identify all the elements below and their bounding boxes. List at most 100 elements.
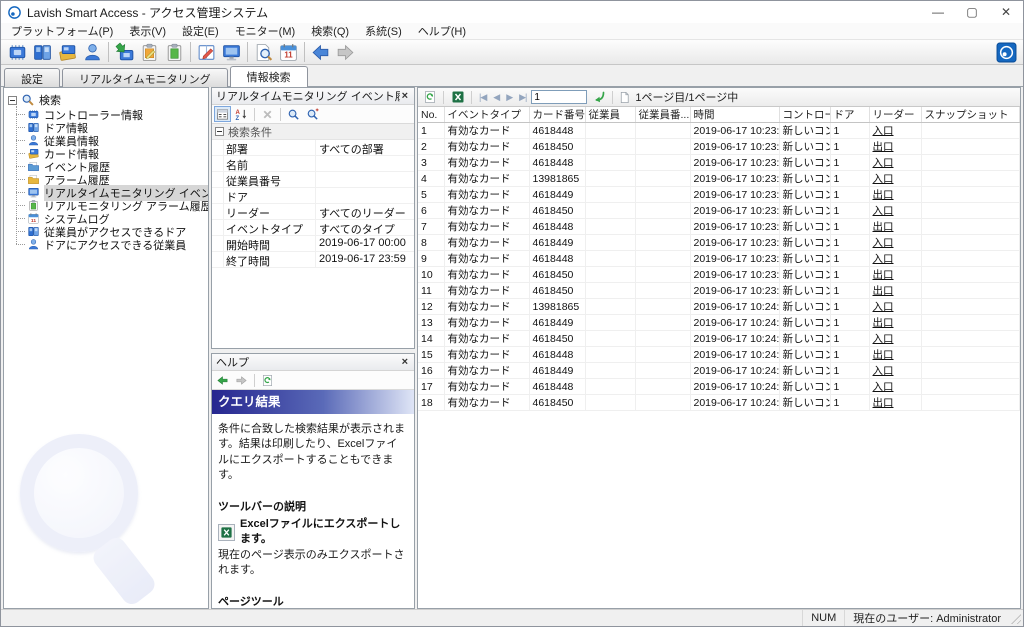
help-back-button[interactable]: [214, 372, 231, 388]
property-category[interactable]: 検索条件: [212, 124, 414, 140]
download-data-button[interactable]: [112, 40, 137, 64]
close-icon[interactable]: ×: [400, 90, 410, 102]
table-row[interactable]: 17有効なカード46184482019-06-17 10:24:10新しいコン.…: [418, 379, 1020, 395]
app-logo-button[interactable]: [994, 40, 1019, 64]
tree-item[interactable]: 従業員情報: [8, 134, 206, 147]
help-forward-button[interactable]: [233, 372, 250, 388]
help-refresh-button[interactable]: [259, 372, 276, 388]
table-cell: [585, 235, 635, 251]
maximize-button[interactable]: ▢: [955, 1, 989, 23]
table-row[interactable]: 18有効なカード46184502019-06-17 10:24:10新しいコン.…: [418, 395, 1020, 411]
next-page-button[interactable]: ▶: [504, 92, 514, 103]
table-row[interactable]: 13有効なカード46184492019-06-17 10:24:00新しいコン.…: [418, 315, 1020, 331]
column-header[interactable]: 従業員番...: [635, 107, 690, 123]
tab-inactive[interactable]: リアルタイムモニタリング: [62, 68, 228, 87]
menu-item[interactable]: 表示(V): [121, 23, 174, 39]
table-row[interactable]: 7有効なカード46184482019-06-17 10:23:51新しいコン..…: [418, 219, 1020, 235]
categorized-view-button[interactable]: [214, 106, 231, 122]
monitor-button[interactable]: [219, 40, 244, 64]
calendar-button[interactable]: 11: [276, 40, 301, 64]
tree-root-search[interactable]: 検索: [8, 93, 206, 107]
tab-active[interactable]: 情報検索: [230, 66, 308, 87]
refresh-button[interactable]: [421, 89, 438, 105]
table-row[interactable]: 16有効なカード46184492019-06-17 10:24:07新しいコン.…: [418, 363, 1020, 379]
back-arrow-button[interactable]: [308, 40, 333, 64]
table-cell: 出口: [869, 395, 921, 411]
page-number-input[interactable]: [531, 90, 587, 104]
menu-item[interactable]: プラットフォーム(P): [3, 23, 121, 39]
table-row[interactable]: 9有効なカード46184482019-06-17 10:23:57新しいコン..…: [418, 251, 1020, 267]
tree-item[interactable]: ドアにアクセスできる従業員: [8, 238, 206, 251]
resize-grip[interactable]: [1009, 610, 1023, 626]
table-row[interactable]: 10有効なカード46184502019-06-17 10:23:57新しいコン.…: [418, 267, 1020, 283]
menu-item[interactable]: ヘルプ(H): [410, 23, 474, 39]
tree-item[interactable]: コントローラー情報: [8, 108, 206, 121]
table-row[interactable]: 4有効なカード139818652019-06-17 10:23:47新しいコン.…: [418, 171, 1020, 187]
last-page-button[interactable]: ▶|: [517, 92, 528, 103]
minimize-button[interactable]: —: [921, 1, 955, 23]
employee-button[interactable]: [80, 40, 105, 64]
property-value[interactable]: 2019-06-17 00:00: [316, 236, 414, 251]
table-cell: [921, 283, 1020, 299]
prev-page-button[interactable]: ◀: [491, 92, 501, 103]
table-row[interactable]: 5有効なカード46184492019-06-17 10:23:47新しいコン..…: [418, 187, 1020, 203]
column-header[interactable]: 時間: [690, 107, 779, 123]
calendar-icon: 11: [278, 42, 299, 63]
event-log-button[interactable]: [194, 40, 219, 64]
go-page-button[interactable]: [590, 89, 607, 105]
close-button[interactable]: ✕: [989, 1, 1023, 23]
table-row[interactable]: 6有効なカード46184502019-06-17 10:23:50新しいコン..…: [418, 203, 1020, 219]
table-row[interactable]: 1有効なカード46184482019-06-17 10:23:44新しいコン..…: [418, 123, 1020, 139]
table-row[interactable]: 11有効なカード46184502019-06-17 10:23:57新しいコン.…: [418, 283, 1020, 299]
table-cell: 2019-06-17 10:23:57: [690, 251, 779, 267]
door-button[interactable]: [30, 40, 55, 64]
forward-arrow-button[interactable]: [333, 40, 358, 64]
table-cell: 2019-06-17 10:24:00: [690, 299, 779, 315]
controller-button[interactable]: [5, 40, 30, 64]
first-page-button[interactable]: |◀: [477, 92, 488, 103]
property-value[interactable]: [316, 188, 414, 203]
export-excel-button[interactable]: [449, 89, 466, 105]
menu-item[interactable]: モニター(M): [227, 23, 304, 39]
tab-inactive[interactable]: 設定: [4, 68, 60, 87]
menu-item[interactable]: 検索(Q): [303, 23, 357, 39]
collapse-icon[interactable]: [215, 127, 224, 136]
table-cell: 4618448: [529, 379, 585, 395]
property-value[interactable]: すべてのリーダー: [316, 204, 414, 219]
column-header[interactable]: 従業員: [585, 107, 635, 123]
table-row[interactable]: 14有効なカード46184502019-06-17 10:24:03新しいコン.…: [418, 331, 1020, 347]
menu-item[interactable]: 系統(S): [357, 23, 410, 39]
record-list-button[interactable]: [162, 40, 187, 64]
table-cell: 有効なカード: [444, 331, 529, 347]
column-header[interactable]: リーダー: [869, 107, 921, 123]
column-header[interactable]: カード番号: [529, 107, 585, 123]
table-row[interactable]: 12有効なカード139818652019-06-17 10:24:00新しいコン…: [418, 299, 1020, 315]
table-row[interactable]: 15有効なカード46184482019-06-17 10:24:03新しいコン.…: [418, 347, 1020, 363]
table-row[interactable]: 2有効なカード46184502019-06-17 10:23:44新しいコン..…: [418, 139, 1020, 155]
card-button[interactable]: [55, 40, 80, 64]
column-header[interactable]: ドア: [830, 107, 869, 123]
sort-alphabetical-button[interactable]: AZ: [233, 106, 250, 122]
property-value[interactable]: [316, 156, 414, 171]
property-value[interactable]: すべてのタイプ: [316, 220, 414, 235]
column-header[interactable]: イベントタイプ: [444, 107, 529, 123]
search-button[interactable]: [285, 106, 302, 122]
column-header[interactable]: スナップショット: [921, 107, 1020, 123]
column-header[interactable]: No.: [418, 107, 444, 123]
property-value[interactable]: 2019-06-17 23:59: [316, 252, 414, 267]
property-value[interactable]: すべての部署: [316, 140, 414, 155]
search-advanced-button[interactable]: [304, 106, 321, 122]
collapse-icon[interactable]: [8, 96, 17, 105]
current-user-label: 現在のユーザー: Administrator: [844, 610, 1009, 626]
column-header[interactable]: コントローラ...: [779, 107, 830, 123]
table-row[interactable]: 8有効なカード46184492019-06-17 10:23:54新しいコン..…: [418, 235, 1020, 251]
menu-item[interactable]: 設定(E): [174, 23, 227, 39]
table-row[interactable]: 3有効なカード46184482019-06-17 10:23:45新しいコン..…: [418, 155, 1020, 171]
tree-item[interactable]: ドア情報: [8, 121, 206, 134]
edit-record-button[interactable]: [137, 40, 162, 64]
property-label: 名前: [224, 156, 316, 171]
clear-button[interactable]: [259, 106, 276, 122]
search-document-button[interactable]: [251, 40, 276, 64]
close-icon[interactable]: ×: [400, 356, 410, 368]
property-value[interactable]: [316, 172, 414, 187]
